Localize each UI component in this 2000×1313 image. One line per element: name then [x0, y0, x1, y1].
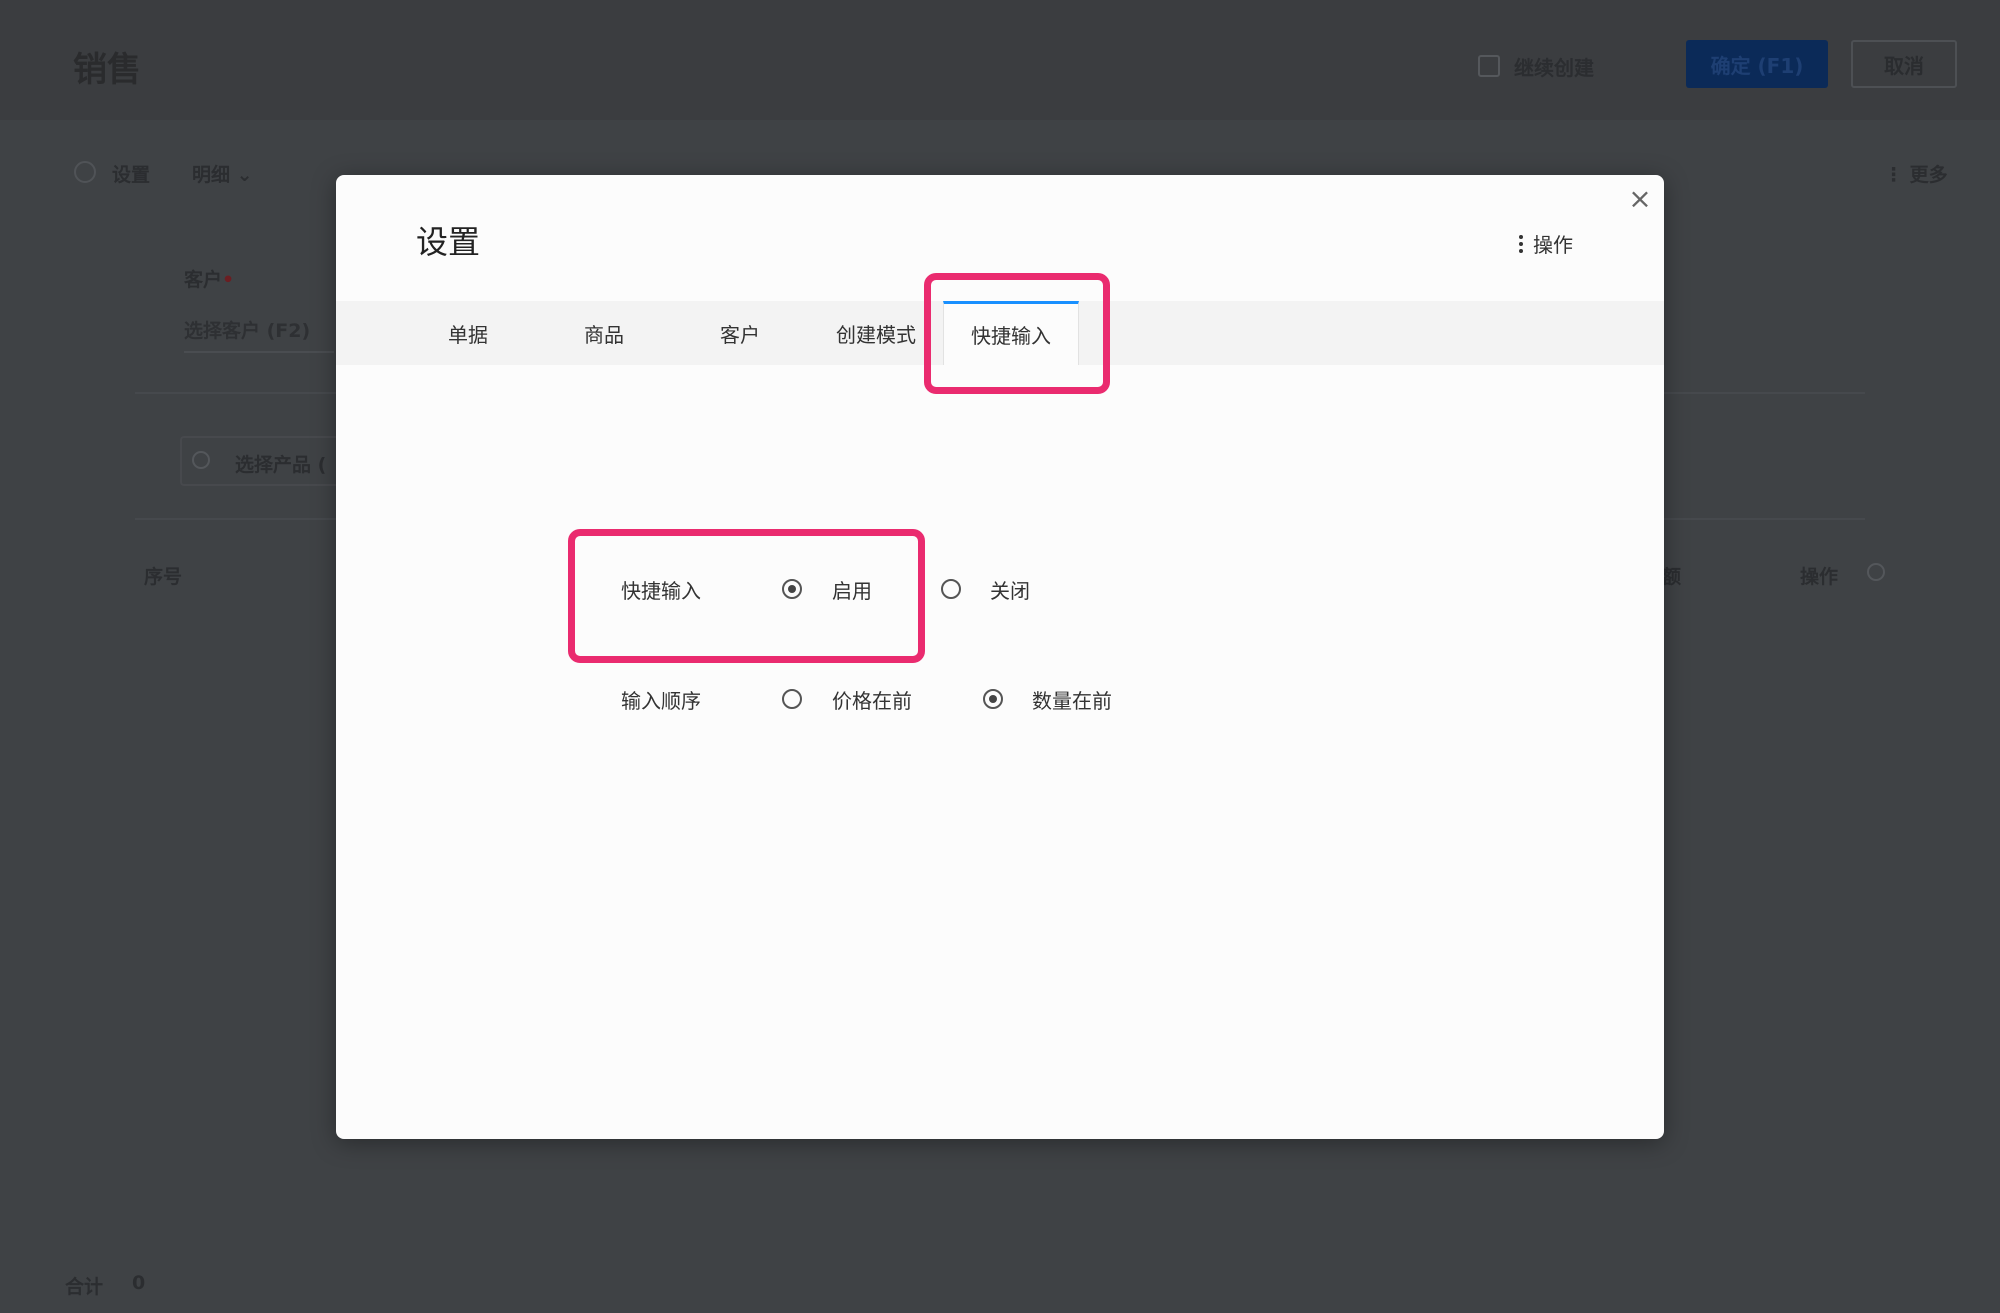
customer-label: 客户•	[184, 265, 234, 292]
tab-bar: 单据 商品 客户 创建模式 快捷输入	[336, 301, 1664, 365]
input-order-quantity-first-label[interactable]: 数量在前	[1032, 685, 1112, 714]
continue-create-checkbox[interactable]	[1478, 55, 1500, 77]
quick-input-label: 快捷输入	[621, 579, 701, 603]
more-dots-icon: ⋮	[1884, 164, 1903, 186]
confirm-button[interactable]: 确定 (F1)	[1686, 40, 1828, 88]
modal-title: 设置	[416, 223, 481, 261]
cancel-button[interactable]: 取消	[1851, 40, 1957, 88]
total-label: 合计	[65, 1276, 104, 1298]
detail-dropdown-label: 明细	[192, 164, 231, 186]
tab-customer[interactable]: 客户	[672, 301, 808, 365]
actions-menu-label: 操作	[1533, 233, 1573, 257]
search-icon	[192, 451, 210, 469]
customer-select[interactable]: 选择客户 (F2)	[184, 316, 334, 353]
input-order-quantity-first-radio[interactable]	[983, 689, 1003, 709]
column-header-seq: 序号	[144, 566, 183, 588]
actions-menu[interactable]: 操作	[1519, 229, 1573, 258]
column-header-operation: 操作	[1800, 566, 1839, 588]
close-icon[interactable]: ×	[1625, 182, 1655, 215]
product-search-placeholder: 选择产品 (	[235, 454, 327, 476]
input-order-price-first-radio[interactable]	[782, 689, 802, 709]
settings-link[interactable]: 设置	[112, 160, 150, 187]
gear-icon[interactable]	[74, 161, 96, 183]
tab-document[interactable]: 单据	[400, 301, 536, 365]
tab-quick-input[interactable]: 快捷输入	[943, 301, 1079, 365]
more-menu[interactable]: ⋮ 更多	[1884, 160, 1948, 187]
column-header-amount: 额	[1662, 566, 1682, 588]
quick-input-enable-radio[interactable]	[782, 579, 802, 599]
continue-create-label: 继续创建	[1514, 56, 1594, 80]
quick-input-disable-radio[interactable]	[941, 579, 961, 599]
more-menu-label: 更多	[1909, 164, 1948, 186]
customer-label-text: 客户	[184, 269, 223, 291]
page-title: 销售	[73, 50, 141, 90]
input-order-price-first-label[interactable]: 价格在前	[832, 685, 912, 714]
total-value: 0	[132, 1272, 146, 1294]
tab-product[interactable]: 商品	[536, 301, 672, 365]
quick-input-disable-label[interactable]: 关闭	[990, 575, 1030, 604]
input-order-label: 输入顺序	[621, 689, 701, 713]
column-settings-icon[interactable]	[1867, 563, 1885, 581]
required-mark: •	[222, 269, 235, 291]
detail-dropdown[interactable]: 明细 ⌄	[192, 160, 253, 187]
tab-create-mode[interactable]: 创建模式	[808, 301, 944, 365]
more-vertical-icon	[1519, 234, 1523, 253]
settings-modal: × 设置 操作 单据 商品 客户 创建模式 快捷输入 快捷输入 启用 关闭 输入…	[336, 175, 1664, 1139]
quick-input-enable-label[interactable]: 启用	[832, 575, 872, 604]
chevron-down-icon: ⌄	[236, 164, 253, 186]
